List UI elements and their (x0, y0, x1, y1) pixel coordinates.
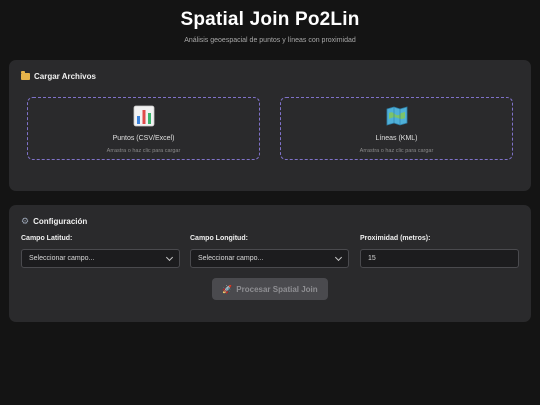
points-dropzone-hint: Arrastra o haz clic para cargar (106, 148, 181, 154)
points-dropzone[interactable]: Puntos (CSV/Excel) Arrastra o haz clic p… (27, 97, 260, 160)
config-panel: ⚙ Configuración Campo Latitud: Seleccion… (9, 205, 531, 322)
longitude-select[interactable]: Seleccionar campo... (190, 249, 349, 268)
config-heading-label: Configuración (33, 217, 88, 226)
folder-icon (21, 71, 30, 80)
config-heading: ⚙ Configuración (21, 216, 88, 227)
lines-dropzone[interactable]: Líneas (KML) Arrastra o haz clic para ca… (280, 97, 513, 160)
process-button-label: Procesar Spatial Join (236, 284, 318, 294)
points-dropzone-title: Puntos (CSV/Excel) (112, 135, 175, 142)
latitude-select-value: Seleccionar campo... (29, 255, 95, 262)
proximity-input-value: 15 (368, 255, 376, 262)
longitude-label: Campo Longitud: (190, 235, 248, 242)
process-spatial-join-button[interactable]: 🚀 Procesar Spatial Join (212, 278, 328, 300)
longitude-select-value: Seleccionar campo... (198, 255, 264, 262)
latitude-select[interactable]: Seleccionar campo... (21, 249, 180, 268)
latitude-field: Campo Latitud: Seleccionar campo... (21, 235, 180, 268)
proximity-label: Proximidad (metros): (360, 235, 431, 242)
longitude-field: Campo Longitud: Seleccionar campo... (190, 235, 349, 268)
page-title: Spatial Join Po2Lin (180, 9, 360, 30)
page-header: Spatial Join Po2Lin Análisis geoespacial… (0, 0, 540, 44)
proximity-input[interactable]: 15 (360, 249, 519, 268)
gear-icon: ⚙ (21, 216, 30, 226)
chevron-down-icon (334, 253, 343, 261)
chevron-down-icon (165, 253, 174, 261)
lines-dropzone-title: Líneas (KML) (375, 135, 418, 142)
upload-heading: Cargar Archivos (21, 71, 96, 81)
latitude-label: Campo Latitud: (21, 235, 73, 242)
bar-chart-icon (133, 105, 154, 127)
upload-heading-label: Cargar Archivos (34, 72, 96, 81)
rocket-icon: 🚀 (222, 284, 233, 294)
upload-panel: Cargar Archivos Puntos (CSV/Excel) Arras… (9, 60, 531, 191)
map-icon (386, 106, 407, 126)
lines-dropzone-hint: Arrastra o haz clic para cargar (359, 148, 434, 154)
page-subtitle: Análisis geoespacial de puntos y líneas … (184, 37, 356, 44)
proximity-field: Proximidad (metros): 15 (360, 235, 519, 268)
